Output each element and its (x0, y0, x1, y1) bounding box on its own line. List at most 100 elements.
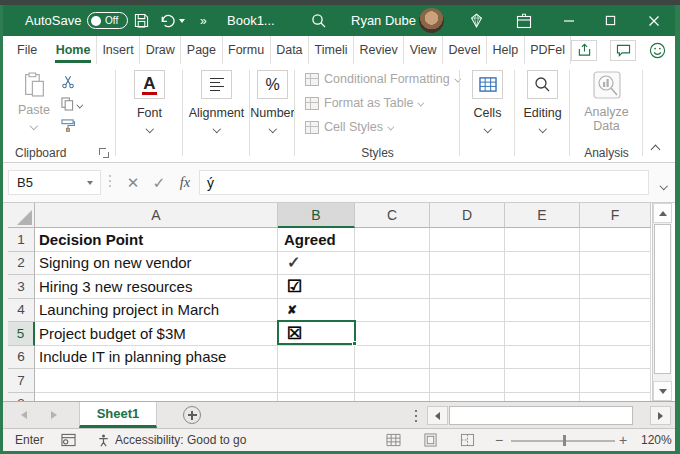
macro-record-icon[interactable] (61, 429, 76, 451)
cut-button[interactable] (61, 74, 101, 89)
enter-icon[interactable]: ✓ (147, 170, 171, 195)
normal-view-icon[interactable] (386, 429, 401, 451)
page-layout-view-icon[interactable] (423, 429, 438, 451)
cell-D4[interactable] (430, 299, 505, 323)
cell-B8[interactable] (278, 393, 355, 402)
row-header-1[interactable]: 1 (8, 228, 35, 252)
number-button[interactable]: % Number (250, 70, 295, 132)
cell-F5[interactable] (580, 322, 651, 346)
close-button[interactable] (648, 5, 660, 36)
tab-devel[interactable]: Devel (443, 36, 487, 64)
cell-A6[interactable]: Include IT in planning phase (35, 346, 278, 370)
expand-formula-bar-icon[interactable] (661, 183, 667, 189)
cell-B3[interactable]: ☑ (278, 275, 355, 299)
cell-D1[interactable] (430, 228, 505, 252)
cell-F6[interactable] (580, 346, 651, 370)
row-header-7[interactable]: 7 (8, 369, 35, 393)
formula-input[interactable]: ý (199, 170, 649, 195)
page-break-view-icon[interactable] (460, 429, 475, 451)
row-header-6[interactable]: 6 (8, 346, 35, 370)
column-header-A[interactable]: A (35, 203, 278, 228)
tab-pdfel[interactable]: PDFel (525, 36, 572, 64)
cell-B6[interactable] (278, 346, 355, 370)
collapse-ribbon-icon[interactable] (651, 144, 661, 152)
add-sheet-button[interactable] (183, 406, 201, 424)
maximize-button[interactable] (605, 5, 616, 36)
cell-F7[interactable] (580, 369, 651, 393)
cell-C5[interactable] (355, 322, 430, 346)
autosave-toggle[interactable]: Off (87, 5, 128, 36)
next-sheet-icon[interactable] (51, 411, 57, 419)
cell-A1[interactable]: Decision Point (35, 228, 278, 252)
cell-F1[interactable] (580, 228, 651, 252)
zoom-out-icon[interactable]: − (495, 429, 503, 451)
cell-E5[interactable] (505, 322, 580, 346)
minimize-button[interactable] (563, 5, 575, 36)
cell-B4[interactable]: ✘ (278, 299, 355, 323)
cell-D8[interactable] (430, 393, 505, 402)
cell-A3[interactable]: Hiring 3 new resources (35, 275, 278, 299)
sheet-tab-sheet1[interactable]: Sheet1 (79, 402, 157, 428)
cells-button[interactable]: Cells (460, 70, 515, 132)
cell-E7[interactable] (505, 369, 580, 393)
tab-formu[interactable]: Formu (223, 36, 271, 64)
diamond-icon[interactable] (468, 5, 485, 36)
feedback-smiley-icon[interactable] (649, 42, 666, 59)
accessibility-icon[interactable] (96, 429, 111, 451)
zoom-slider-thumb[interactable] (563, 435, 566, 446)
row-header-2[interactable]: 2 (8, 252, 35, 276)
cell-A7[interactable] (35, 369, 278, 393)
cell-E8[interactable] (505, 393, 580, 402)
zoom-level[interactable]: 120% (641, 429, 672, 451)
tab-reviev[interactable]: Reviev (354, 36, 404, 64)
undo-icon[interactable] (159, 5, 185, 36)
tab-help[interactable]: Help (487, 36, 525, 64)
vertical-scrollbar-thumb[interactable] (654, 224, 671, 374)
fill-handle[interactable] (352, 341, 357, 346)
cell-B2[interactable]: ✓ (278, 252, 355, 276)
document-title[interactable]: Book1... (227, 5, 275, 36)
cell-C4[interactable] (355, 299, 430, 323)
cell-A2[interactable]: Signing on new vendor (35, 252, 278, 276)
zoom-in-icon[interactable]: + (619, 429, 627, 451)
cell-E2[interactable] (505, 252, 580, 276)
column-header-C[interactable]: C (355, 203, 430, 228)
more-commands-icon[interactable]: » (200, 5, 207, 36)
select-all-corner[interactable] (8, 203, 35, 228)
cell-B1[interactable]: Agreed (278, 228, 355, 252)
row-header-8[interactable]: 8 (8, 393, 35, 402)
cell-D5[interactable] (430, 322, 505, 346)
tab-file[interactable]: File (7, 36, 47, 64)
cell-A5[interactable]: Project budget of $3M (35, 322, 278, 346)
analyze-data-button[interactable]: AnalyzeData (570, 70, 643, 133)
format-as-table-button[interactable]: Format as Table (305, 96, 461, 110)
cell-E1[interactable] (505, 228, 580, 252)
cell-F4[interactable] (580, 299, 651, 323)
insert-function-icon[interactable]: fx (173, 170, 197, 195)
cancel-icon[interactable]: ✕ (121, 170, 145, 195)
cell-E3[interactable] (505, 275, 580, 299)
column-header-E[interactable]: E (505, 203, 580, 228)
accessibility-status[interactable]: Accessibility: Good to go (115, 429, 246, 451)
cell-A4[interactable]: Launching project in March (35, 299, 278, 323)
clipboard-dialog-launcher-icon[interactable] (99, 148, 109, 158)
font-button[interactable]: A Font (116, 70, 183, 132)
share-button[interactable] (571, 40, 597, 61)
editing-button[interactable]: Editing (515, 70, 570, 132)
cell-F2[interactable] (580, 252, 651, 276)
tab-page[interactable]: Page (181, 36, 222, 64)
cell-C8[interactable] (355, 393, 430, 402)
cell-C7[interactable] (355, 369, 430, 393)
copy-button[interactable] (61, 96, 101, 111)
cell-E6[interactable] (505, 346, 580, 370)
paste-button[interactable]: Paste (11, 72, 57, 129)
conditional-formatting-button[interactable]: Conditional Formatting (305, 72, 461, 86)
user-name[interactable]: Ryan Dube (351, 5, 416, 36)
tab-draw[interactable]: Draw (140, 36, 181, 64)
tab-home[interactable]: Home (50, 36, 97, 64)
search-icon[interactable] (311, 5, 327, 36)
tab-scrollbar-divider[interactable] (415, 410, 417, 422)
column-header-B[interactable]: B (278, 203, 355, 228)
format-painter-button[interactable] (61, 118, 101, 133)
row-header-4[interactable]: 4 (8, 299, 35, 323)
